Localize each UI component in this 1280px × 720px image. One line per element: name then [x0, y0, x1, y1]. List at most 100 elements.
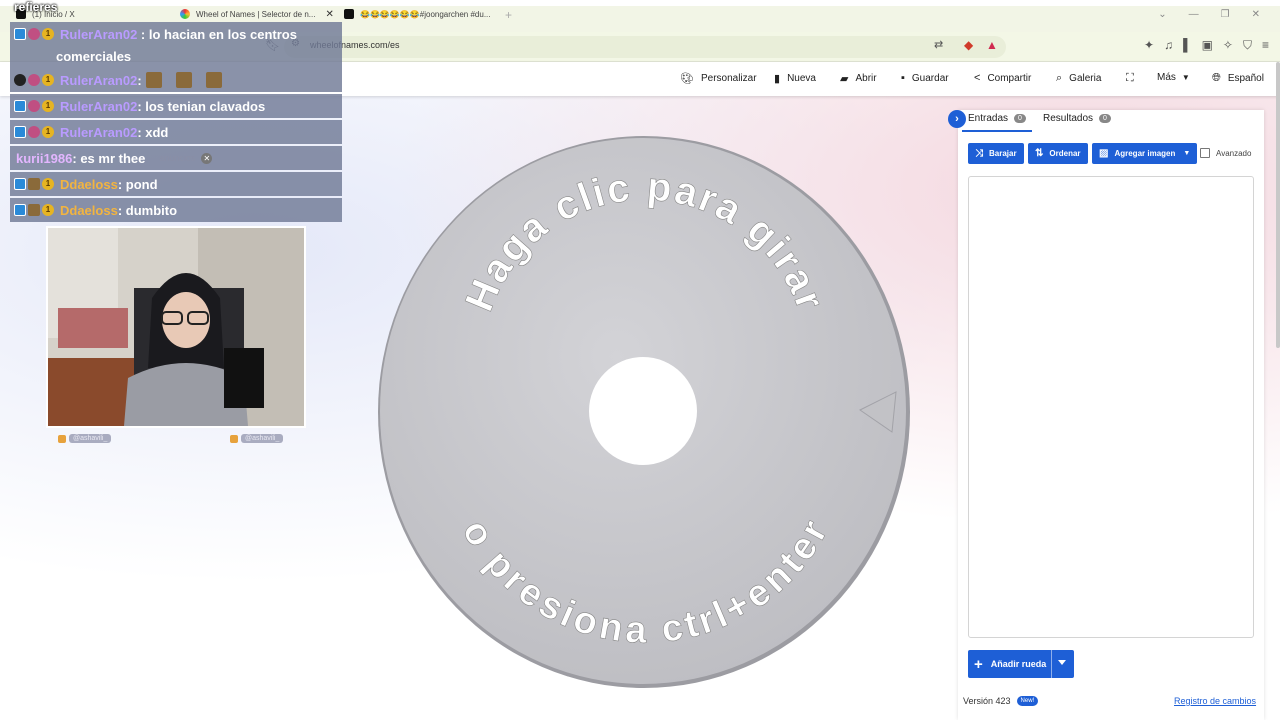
- ads-label: anuncios: [159, 153, 196, 163]
- nav-fullscreen[interactable]: ⛶: [1126, 72, 1141, 85]
- nav-label: Guardar: [911, 72, 949, 84]
- button-label: Agregar imagen: [1114, 149, 1176, 158]
- translate-icon[interactable]: ⇄: [934, 38, 943, 51]
- nav-save[interactable]: ▪ Guardar: [901, 72, 949, 84]
- close-icon[interactable]: ✕: [325, 9, 333, 20]
- shuffle-button[interactable]: ⤨ Barajar: [968, 143, 1024, 164]
- chat-username: kurii1986: [16, 150, 73, 166]
- globe-icon: 🌐︎: [1212, 72, 1221, 84]
- add-image-button[interactable]: ▨ Agregar imagen ▼: [1092, 143, 1198, 164]
- nav-more[interactable]: Más ▼: [1157, 72, 1197, 83]
- restore-icon[interactable]: ❐: [1221, 9, 1230, 20]
- count-badge: 0: [1099, 114, 1111, 123]
- save-icon: ▪: [901, 72, 905, 84]
- spin-wheel[interactable]: Haga clic para girar o presiona ctrl+ent…: [376, 132, 910, 690]
- chat-text: :: [137, 72, 142, 88]
- chat-message: 1 RulerAran02 : lo hacian en los centros…: [10, 22, 342, 68]
- search-icon: ⌕: [1056, 72, 1063, 84]
- chat-username: RulerAran02: [60, 72, 138, 88]
- brave-shield-icon[interactable]: ◆: [964, 38, 973, 52]
- browser-tab-tiktok[interactable]: 😂😂😂😂😂😂#joongarchen #du...: [344, 4, 491, 24]
- add-wheel-button[interactable]: + Añadir rueda: [968, 650, 1074, 678]
- wheel-hub: [589, 357, 697, 465]
- caret-down-icon[interactable]: [1058, 660, 1066, 665]
- moderator-badge-icon: [14, 100, 26, 112]
- vpn-icon[interactable]: ⛉: [1243, 38, 1252, 53]
- moderator-badge-icon: [14, 178, 26, 190]
- chat-message: 1 Ddaeloss : dumbito: [10, 198, 342, 222]
- emote-icon: [145, 72, 162, 88]
- webcam-image: [48, 228, 304, 426]
- social-twitter: @ashavili_: [230, 434, 284, 443]
- social-instagram: @ashavili_: [58, 434, 112, 443]
- nav-share[interactable]: < Compartir: [974, 72, 1031, 84]
- entries-textarea[interactable]: [968, 176, 1254, 638]
- menu-icon[interactable]: ≡: [1262, 38, 1269, 53]
- nav-customize[interactable]: 🎨︎ Personalizar: [680, 72, 757, 85]
- twitter-icon: [230, 434, 238, 443]
- tiktok-icon: [344, 9, 354, 19]
- tab-label: Wheel of Names | Selector de n...: [196, 9, 316, 19]
- button-divider: [1051, 650, 1052, 678]
- button-label: Añadir rueda: [990, 659, 1047, 669]
- social-handle: @ashavili_: [69, 434, 112, 443]
- sort-button[interactable]: ⇅ Ordenar: [1028, 143, 1088, 164]
- music-icon[interactable]: ♫: [1164, 38, 1173, 53]
- active-tab-indicator: [962, 130, 1032, 132]
- social-handle: @ashavili_: [241, 434, 284, 443]
- nav-language[interactable]: 🌐︎ Español: [1212, 72, 1264, 85]
- extension-icons: ✦ ♫ ▌ ▣ ✧ ⛉ ≡: [1144, 38, 1269, 53]
- close-window-icon[interactable]: ✕: [1252, 9, 1260, 20]
- leo-icon[interactable]: ✧: [1223, 38, 1233, 53]
- moderator-badge-icon: [14, 204, 26, 216]
- moderator-badge-icon: [14, 28, 26, 40]
- palette-icon: 🎨︎: [680, 73, 694, 85]
- new-badge[interactable]: New!: [1016, 696, 1039, 706]
- minimize-icon[interactable]: —: [1189, 9, 1199, 20]
- advanced-label: Avanzado: [1216, 148, 1252, 158]
- collapse-panel-icon[interactable]: ›: [948, 110, 966, 128]
- extension-icon[interactable]: ✦: [1144, 38, 1154, 53]
- wheel-graphic[interactable]: Haga clic para girar o presiona ctrl+ent…: [376, 132, 910, 690]
- chat-message: 1 RulerAran02 : los tenian clavados: [10, 94, 342, 118]
- version-label: Versión 423: [963, 696, 1011, 706]
- nav-new[interactable]: ▮ Nueva: [774, 72, 816, 85]
- wallet-icon[interactable]: ▣: [1202, 38, 1213, 53]
- tab-entries[interactable]: Entradas 0: [968, 113, 1026, 124]
- webcam-feed: [46, 226, 306, 428]
- browser-tab-wheel[interactable]: Wheel of Names | Selector de n... ✕: [180, 4, 340, 24]
- chat-text: : es mr thee: [72, 150, 146, 166]
- page-scrollbar[interactable]: [1276, 62, 1280, 348]
- bits-badge-icon: 1: [42, 100, 54, 112]
- bits-badge-icon: 1: [42, 204, 54, 216]
- advanced-toggle[interactable]: Avanzado: [1200, 148, 1251, 158]
- shuffle-icon: ⤨: [975, 148, 983, 159]
- image-icon: ▨: [1099, 148, 1109, 159]
- sidebar-icon[interactable]: ▌: [1183, 38, 1192, 53]
- nav-label: Compartir: [987, 72, 1032, 84]
- tab-results[interactable]: Resultados 0: [1043, 113, 1111, 124]
- changelog-link[interactable]: Registro de cambios: [1174, 696, 1256, 706]
- tab-label: Resultados: [1043, 113, 1094, 124]
- chat-text: : los tenian clavados: [137, 98, 266, 114]
- caret-down-icon: ▼: [1181, 73, 1190, 82]
- button-label: Barajar: [989, 149, 1017, 158]
- chat-username: RulerAran02: [60, 124, 138, 140]
- tab-label: Entradas: [968, 113, 1009, 124]
- chat-text: : pond: [117, 176, 158, 192]
- share-icon: <: [974, 72, 981, 84]
- nav-gallery[interactable]: ⌕ Galeria: [1056, 72, 1101, 85]
- button-label: Ordenar: [1049, 149, 1081, 158]
- chat-previous-line: refieres: [14, 0, 58, 14]
- chat-username: RulerAran02: [60, 27, 138, 42]
- chevron-down-icon[interactable]: ⌄: [1158, 9, 1166, 20]
- new-tab-icon[interactable]: +: [505, 8, 512, 22]
- file-icon: ▮: [774, 73, 781, 85]
- wheel-icon: [180, 9, 190, 19]
- rewards-icon[interactable]: ▲: [986, 38, 998, 52]
- chat-message: 1 Ddaeloss : pond: [10, 172, 342, 196]
- advanced-checkbox[interactable]: [1200, 148, 1210, 158]
- nav-open[interactable]: ▰ Abrir: [840, 72, 877, 85]
- close-icon[interactable]: ✕: [201, 152, 213, 164]
- subscriber-badge-icon: [28, 28, 40, 40]
